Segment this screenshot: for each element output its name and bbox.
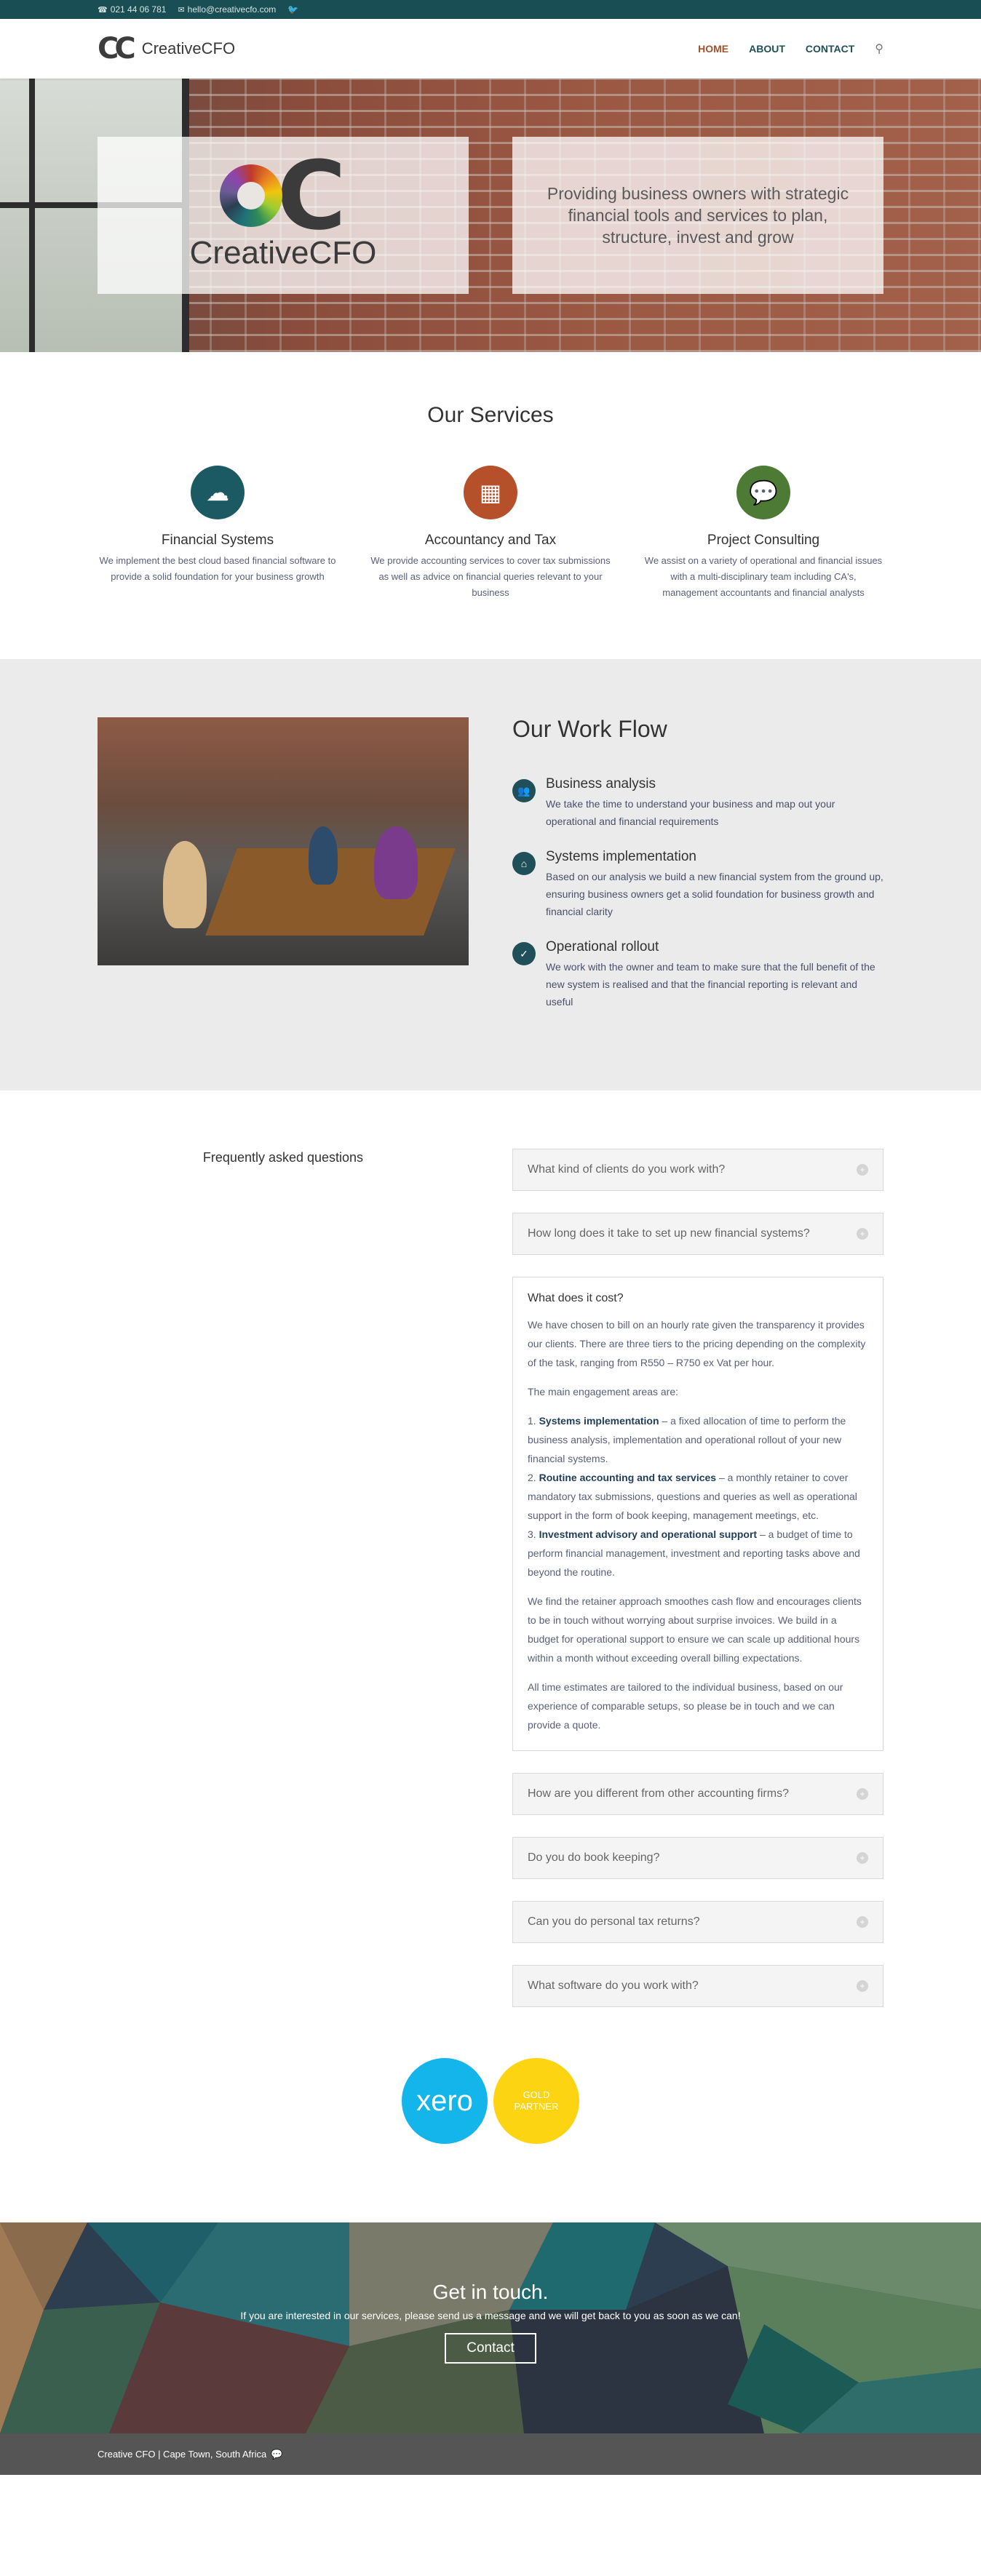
hero-logo-mark: C [220, 140, 346, 251]
engagement-list: 1. Systems implementation – a fixed allo… [528, 1415, 860, 1578]
faq-toggle[interactable]: Do you do book keeping? + [512, 1837, 883, 1879]
users-icon: 👥 [512, 779, 536, 802]
cloud-sun-icon: ☁ [191, 466, 245, 519]
gold-partner-badge: GOLD PARTNER [493, 2058, 579, 2144]
phone-icon: ☎ [98, 6, 108, 15]
faq-toggle-open[interactable]: What does it cost? We have chosen to bil… [512, 1277, 883, 1751]
phone-info[interactable]: ☎ 021 44 06 781 [98, 4, 166, 15]
mail-icon: ✉ [178, 6, 185, 15]
workflow-section: Our Work Flow 👥 Business analysis We tak… [0, 659, 981, 1090]
engagement-title: Systems implementation [539, 1415, 659, 1427]
plus-icon: + [857, 1164, 868, 1176]
site-logo[interactable]: CC CreativeCFO [98, 32, 235, 65]
twitter-icon[interactable]: 🐦 [287, 4, 298, 15]
contact-title: Get in touch. [432, 2281, 549, 2303]
plus-icon: + [857, 1916, 868, 1928]
plus-icon: + [857, 1228, 868, 1240]
faq-question: Can you do personal tax returns? [528, 1915, 700, 1928]
photo-person [309, 826, 338, 885]
footer-text: Creative CFO | Cape Town, South Africa [98, 2449, 267, 2460]
logo-c-letter: C [277, 140, 346, 251]
step-text: We work with the owner and team to make … [546, 961, 875, 1008]
contact-section: Get in touch. If you are interested in o… [0, 2222, 981, 2433]
faq-answer-paragraph: We find the retainer approach smoothes c… [528, 1595, 862, 1664]
faq-toggle[interactable]: How long does it take to set up new fina… [512, 1213, 883, 1255]
badge-line: GOLD [523, 2089, 550, 2100]
service-project-consulting: 💬 Project Consulting We assist on a vari… [643, 466, 883, 601]
office-team-photo [98, 717, 469, 965]
contact-text: If you are interested in our services, p… [240, 2310, 741, 2321]
workflow-title: Our Work Flow [512, 716, 667, 742]
service-text: We implement the best cloud based financ… [99, 555, 336, 582]
engagement-title: Investment advisory and operational supp… [539, 1528, 758, 1540]
hero-logo-name: CreativeCFO [189, 235, 377, 271]
chat-icon[interactable]: 💬 [271, 2449, 282, 2460]
service-title: Accountancy and Tax [424, 533, 557, 548]
faq-question: How long does it take to set up new fina… [528, 1227, 810, 1240]
step-text: We take the time to understand your busi… [546, 798, 835, 827]
faq-section: Frequently asked questions What kind of … [0, 1090, 981, 2058]
hero-logo: C CreativeCFO [98, 137, 469, 294]
boxes-icon: ▦ [464, 466, 517, 519]
photo-person [163, 841, 207, 928]
plus-icon: + [857, 1852, 868, 1864]
photo-person [374, 826, 418, 899]
top-bar: ☎ 021 44 06 781 ✉ hello@creativecfo.com 🐦 [0, 0, 981, 19]
faq-toggle[interactable]: What kind of clients do you work with? + [512, 1149, 883, 1191]
contact-button[interactable]: Contact [445, 2333, 536, 2364]
engagement-title: Routine accounting and tax services [539, 1472, 717, 1483]
logo-text: CreativeCFO [141, 39, 236, 57]
site-header: CC CreativeCFO HOME ABOUT CONTACT ⚲ [0, 19, 981, 79]
step-title: Operational rollout [546, 939, 659, 954]
faq-answer-paragraph: The main engagement areas are: [528, 1386, 679, 1397]
chat-bubbles-icon: 💬 [736, 466, 790, 519]
faq-toggle[interactable]: How are you different from other account… [512, 1773, 883, 1815]
nav-home[interactable]: HOME [698, 43, 728, 55]
logo-mark: CC [98, 32, 136, 65]
xero-logo: xero [402, 2058, 488, 2144]
faq-heading: Frequently asked questions [202, 1150, 364, 1165]
nav-about[interactable]: ABOUT [749, 43, 785, 55]
step-title: Business analysis [546, 776, 656, 791]
site-footer: Creative CFO | Cape Town, South Africa 💬 [0, 2433, 981, 2475]
services-section: Our Services ☁ Financial Systems We impl… [0, 352, 981, 659]
faq-question: What kind of clients do you work with? [528, 1163, 726, 1176]
partner-badges: xero GOLD PARTNER [0, 2058, 981, 2222]
step-title: Systems implementation [546, 849, 696, 864]
main-nav: HOME ABOUT CONTACT ⚲ [698, 41, 883, 56]
hero-tagline: Providing business owners with strategic… [512, 137, 883, 294]
service-title: Financial Systems [161, 533, 274, 548]
faq-question: What does it cost? [528, 1292, 624, 1304]
hero-section: C CreativeCFO Providing business owners … [0, 79, 981, 352]
workflow-step: ✓ Operational rollout We work with the o… [512, 939, 883, 1010]
search-icon[interactable]: ⚲ [875, 41, 883, 56]
faq-answer-paragraph: We have chosen to bill on an hourly rate… [528, 1319, 866, 1368]
plus-icon: + [857, 1788, 868, 1800]
service-financial-systems: ☁ Financial Systems We implement the bes… [98, 466, 338, 601]
nav-contact[interactable]: CONTACT [806, 43, 854, 55]
workflow-step: 👥 Business analysis We take the time to … [512, 776, 883, 830]
faq-toggle[interactable]: What software do you work with? + [512, 1965, 883, 2007]
faq-answer-paragraph: All time estimates are tailored to the i… [528, 1681, 843, 1731]
phone-number: 021 44 06 781 [110, 4, 167, 15]
email-info[interactable]: ✉ hello@creativecfo.com [178, 4, 276, 15]
service-accountancy-tax: ▦ Accountancy and Tax We provide account… [370, 466, 611, 601]
services-title: Our Services [427, 403, 554, 427]
badge-line: PARTNER [514, 2101, 559, 2112]
faq-question: How are you different from other account… [528, 1787, 789, 1800]
service-title: Project Consulting [707, 533, 820, 548]
plus-icon: + [857, 1980, 868, 1992]
workflow-step: ⌂ Systems implementation Based on our an… [512, 849, 883, 920]
home-icon: ⌂ [512, 852, 536, 875]
service-text: We provide accounting services to cover … [370, 555, 611, 598]
color-wheel-icon [220, 164, 283, 227]
faq-question: What software do you work with? [528, 1979, 699, 1992]
check-circle-icon: ✓ [512, 942, 536, 965]
faq-question: Do you do book keeping? [528, 1851, 660, 1864]
service-text: We assist on a variety of operational an… [644, 555, 883, 598]
faq-toggle[interactable]: Can you do personal tax returns? + [512, 1901, 883, 1943]
email-address: hello@creativecfo.com [187, 4, 277, 15]
step-text: Based on our analysis we build a new fin… [546, 871, 883, 917]
